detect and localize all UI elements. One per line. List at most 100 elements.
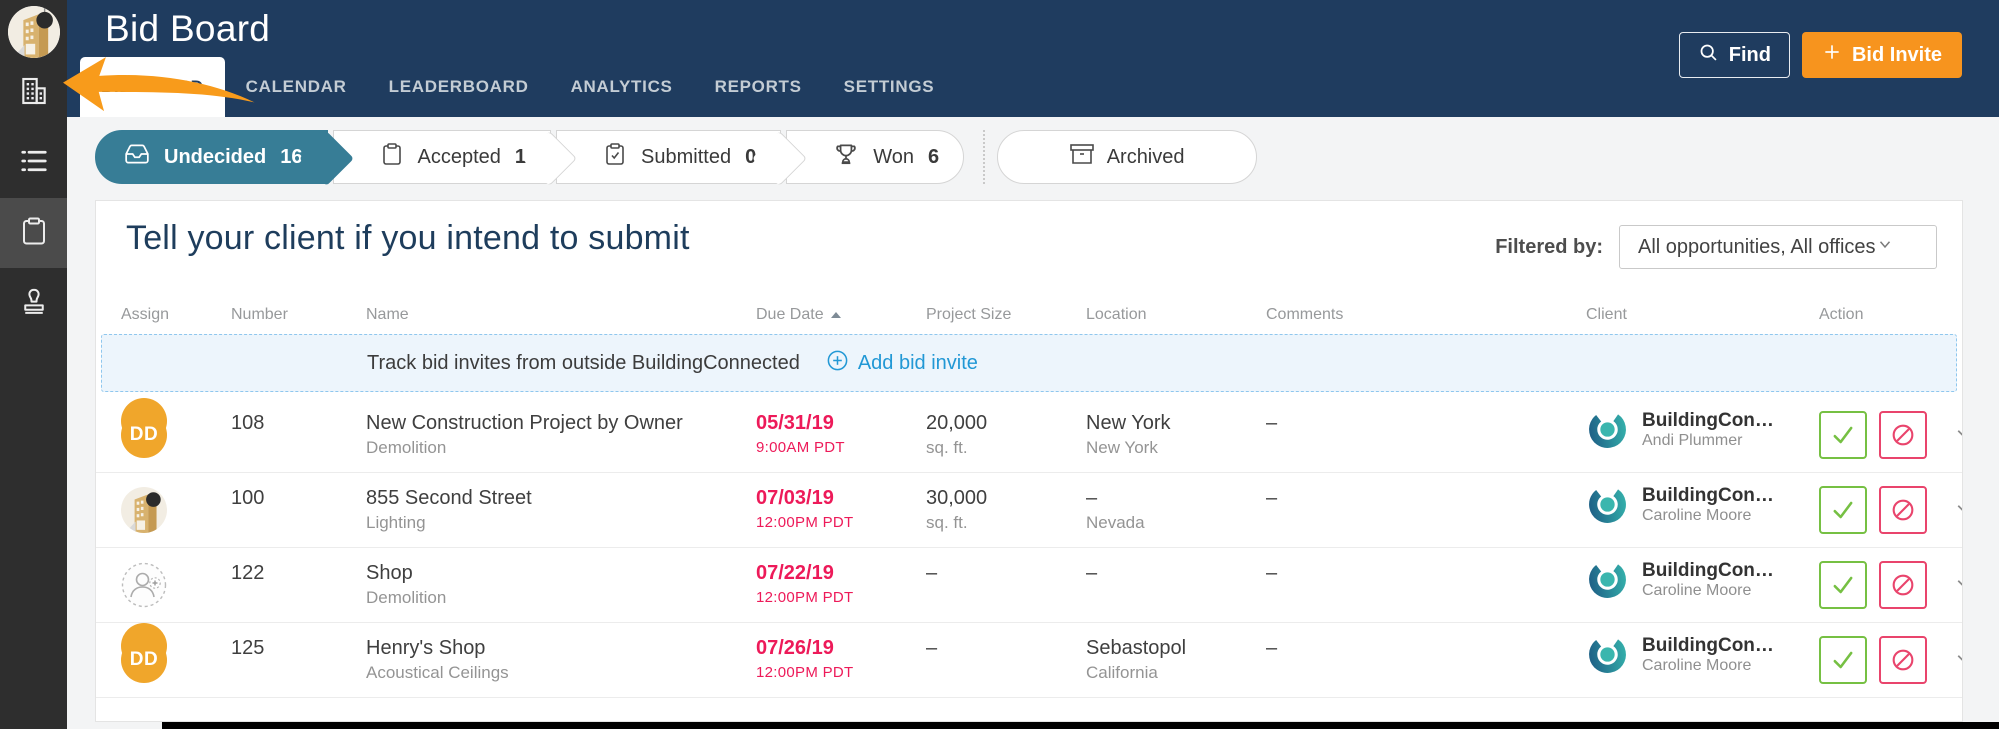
add-bid-invite-link[interactable]: Add bid invite — [826, 349, 978, 378]
nav-tab[interactable]: BID BOARD — [80, 57, 225, 117]
comments-cell: – — [1266, 623, 1586, 661]
comments-value: – — [1266, 412, 1278, 434]
comments-value: – — [1266, 487, 1278, 509]
project-size: 30,000 — [926, 487, 988, 509]
clipboard-icon — [19, 216, 49, 251]
status-tab[interactable]: Undecided 16 — [95, 130, 328, 184]
main-nav: BID BOARD CALENDAR LEADERBOARD ANALYTICS… — [80, 57, 955, 117]
client-cell: BuildingCon… Caroline Moore — [1586, 623, 1819, 676]
nav-tab-label: REPORTS — [714, 77, 802, 96]
status-tab-count: 0 — [745, 145, 757, 168]
bid-invite-button[interactable]: Bid Invite — [1801, 32, 1962, 78]
due-date-cell: 07/26/19 12:00PM PDT — [756, 623, 926, 684]
sidebar-item-list[interactable] — [0, 128, 67, 198]
location-state: Nevada — [1086, 513, 1145, 532]
decline-bid-button[interactable] — [1879, 636, 1927, 684]
nav-tab[interactable]: CALENDAR — [225, 57, 368, 117]
filter-dropdown[interactable]: All opportunities, All offices — [1619, 225, 1937, 269]
bid-number-cell: 122 — [231, 548, 366, 586]
comments-value: – — [1266, 562, 1278, 584]
client-company: BuildingCon… — [1642, 634, 1774, 656]
accept-bid-button[interactable] — [1819, 486, 1867, 534]
client-company: BuildingCon… — [1642, 409, 1774, 431]
tab-archived[interactable]: Archived — [997, 130, 1258, 184]
due-date: 07/26/19 — [756, 637, 834, 659]
nav-tab[interactable]: REPORTS — [694, 57, 823, 117]
sort-ascending-icon — [830, 312, 841, 318]
location-city: Sebastopol — [1086, 637, 1187, 659]
bid-number: 122 — [231, 562, 265, 584]
accept-bid-button[interactable] — [1819, 636, 1867, 684]
nav-tab[interactable]: ANALYTICS — [550, 57, 694, 117]
nav-tab-label: ANALYTICS — [570, 77, 673, 96]
location-cell: Sebastopol California — [1086, 623, 1266, 684]
due-time: 12:00PM PDT — [756, 514, 854, 531]
filter-group: Filtered by: All opportunities, All offi… — [1495, 225, 1937, 269]
assignee-avatar[interactable]: DD — [121, 398, 167, 458]
nav-tab[interactable]: SETTINGS — [823, 57, 956, 117]
row-chevron-down-icon[interactable] — [1953, 647, 1962, 673]
inbox-icon — [124, 141, 150, 173]
status-tab-label: Accepted — [417, 145, 501, 168]
bid-number: 108 — [231, 412, 265, 434]
col-project-size: Project Size — [926, 306, 1012, 323]
status-divider — [983, 130, 986, 184]
project-size-cell: 30,000 sq. ft. — [926, 473, 1086, 534]
find-button[interactable]: Find — [1678, 32, 1790, 78]
sidebar-item-company[interactable] — [0, 58, 67, 128]
find-button-label: Find — [1728, 43, 1771, 66]
assignee-avatar[interactable] — [121, 548, 191, 608]
due-time: 12:00PM PDT — [756, 664, 854, 681]
decline-bid-button[interactable] — [1879, 561, 1927, 609]
due-time: 9:00AM PDT — [756, 439, 845, 456]
unassigned-person-add-icon — [121, 562, 167, 608]
decline-bid-button[interactable] — [1879, 486, 1927, 534]
assignee-initials: DD — [121, 412, 167, 458]
location-city: New York — [1086, 412, 1171, 434]
decline-bid-button[interactable] — [1879, 411, 1927, 459]
status-pipeline: Undecided 16 Accepted 1 Submitted 0 Won … — [95, 130, 1258, 184]
row-chevron-down-icon[interactable] — [1953, 422, 1962, 448]
status-tab[interactable]: Won 6 — [786, 130, 965, 184]
tab-archived-label: Archived — [1106, 145, 1185, 168]
status-tab-count: 1 — [514, 145, 527, 168]
location-cell: New York New York — [1086, 398, 1266, 459]
row-chevron-down-icon[interactable] — [1953, 497, 1962, 523]
location-city: – — [1086, 562, 1098, 584]
sidebar-item-bid-board[interactable] — [0, 198, 67, 268]
top-header: Bid Board BID BOARD CALENDAR LEADERBOARD… — [67, 0, 1999, 117]
location-cell: – — [1086, 548, 1266, 586]
status-tab[interactable]: Accepted 1 — [332, 130, 552, 184]
filter-dropdown-value: All opportunities, All offices — [1638, 235, 1876, 258]
bid-name-cell: Henry's Shop Acoustical Ceilings — [366, 623, 756, 684]
client-logo — [1589, 486, 1626, 523]
bid-number-cell: 100 — [231, 473, 366, 511]
col-due-date[interactable]: Due Date — [756, 306, 926, 324]
client-contact: Caroline Moore — [1642, 506, 1752, 524]
table-body: DD 108 New Construction Project by Owner… — [96, 398, 1962, 698]
row-chevron-down-icon[interactable] — [1953, 572, 1962, 598]
project-trade: Acoustical Ceilings — [366, 663, 509, 682]
project-name[interactable]: Henry's Shop — [366, 636, 756, 661]
status-tab[interactable]: Submitted 0 — [556, 130, 782, 184]
track-invite-banner: Track bid invites from outside BuildingC… — [101, 334, 1957, 392]
assignee-avatar[interactable]: DD — [121, 623, 167, 683]
assignee-avatar[interactable] — [121, 473, 191, 533]
nav-tab[interactable]: LEADERBOARD — [368, 57, 550, 117]
bid-number-cell: 125 — [231, 623, 366, 661]
sidebar-item-stamp[interactable] — [0, 268, 67, 338]
bid-number: 100 — [231, 487, 265, 509]
project-size-unit: sq. ft. — [926, 513, 968, 532]
accept-bid-button[interactable] — [1819, 561, 1867, 609]
project-size-cell: – — [926, 548, 1086, 586]
col-assign: Assign — [121, 306, 170, 323]
company-avatar[interactable] — [7, 6, 60, 58]
project-size: – — [926, 637, 938, 659]
plus-icon — [1822, 42, 1842, 68]
project-name[interactable]: New Construction Project by Owner — [366, 411, 756, 436]
project-name[interactable]: 855 Second Street — [366, 486, 756, 511]
plus-circle-icon — [826, 349, 849, 378]
comments-cell: – — [1266, 548, 1586, 586]
project-name[interactable]: Shop — [366, 561, 756, 586]
accept-bid-button[interactable] — [1819, 411, 1867, 459]
